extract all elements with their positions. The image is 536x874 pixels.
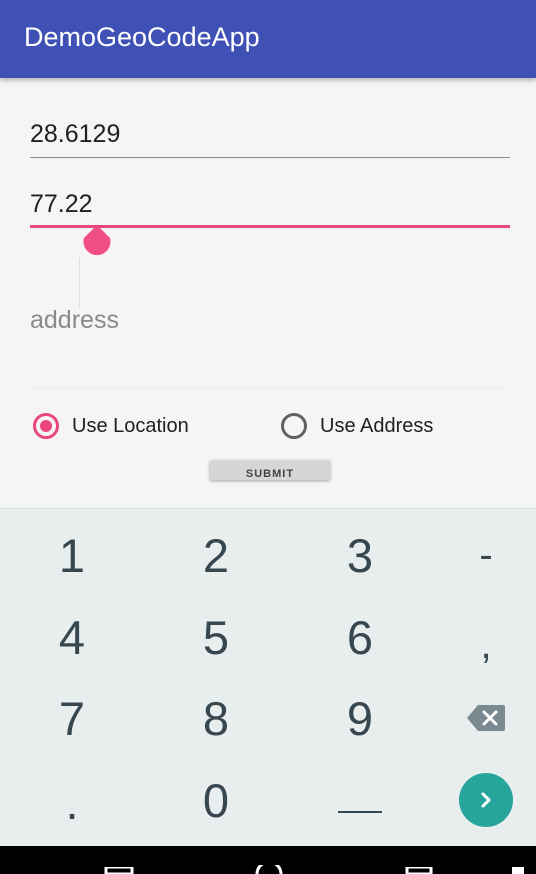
home-icon[interactable] (255, 865, 283, 874)
address-input[interactable] (30, 306, 510, 335)
latitude-input[interactable] (30, 120, 510, 149)
latitude-underline (30, 157, 510, 158)
app-title: DemoGeoCodeApp (24, 22, 260, 52)
recent-apps-icon[interactable] (405, 867, 433, 874)
numeric-keyboard: 1 2 3 - 4 5 6 , 7 8 9 . 0 (0, 508, 536, 847)
key-7[interactable]: 7 (5, 677, 139, 759)
back-icon[interactable] (104, 867, 134, 874)
submit-button[interactable]: SUBMIT (210, 460, 330, 480)
key-2[interactable]: 2 (149, 514, 283, 596)
radio-unchecked-icon[interactable] (281, 413, 307, 439)
longitude-field[interactable] (30, 190, 510, 230)
key-1[interactable]: 1 (5, 514, 139, 596)
radio-label-use-location: Use Location (72, 414, 189, 437)
system-nav-bar (0, 846, 536, 874)
radio-checked-icon[interactable] (33, 413, 59, 439)
text-cursor-handle-icon[interactable] (82, 225, 112, 258)
focus-divider (79, 258, 80, 308)
radio-label-use-address: Use Address (320, 414, 434, 437)
address-field[interactable] (30, 306, 510, 346)
key-9[interactable]: 9 (293, 677, 427, 759)
keyboard-switch-icon[interactable] (512, 867, 524, 874)
backspace-icon (467, 705, 505, 731)
key-8[interactable]: 8 (149, 677, 283, 759)
key-dot[interactable]: . (5, 761, 139, 843)
key-6[interactable]: 6 (293, 596, 427, 678)
go-key[interactable] (419, 759, 536, 841)
go-key-circle[interactable] (459, 773, 513, 827)
chevron-right-icon (481, 792, 491, 808)
radio-use-address[interactable]: Use Address (281, 410, 433, 442)
key-minus[interactable]: - (419, 514, 536, 596)
key-0[interactable]: 0 (149, 759, 283, 841)
backspace-key[interactable] (419, 677, 536, 759)
key-5[interactable]: 5 (149, 596, 283, 678)
key-3[interactable]: 3 (293, 514, 427, 596)
latitude-field[interactable] (30, 120, 510, 160)
screen: DemoGeoCodeApp Use Location Use Address … (0, 0, 536, 874)
space-bar-icon (338, 811, 382, 813)
app-bar: DemoGeoCodeApp (0, 0, 536, 78)
radio-use-location[interactable]: Use Location (33, 410, 189, 442)
key-space[interactable] (293, 771, 427, 853)
key-comma[interactable]: , (419, 604, 536, 686)
longitude-input[interactable] (30, 190, 510, 219)
address-underline (30, 387, 510, 388)
key-4[interactable]: 4 (5, 596, 139, 678)
